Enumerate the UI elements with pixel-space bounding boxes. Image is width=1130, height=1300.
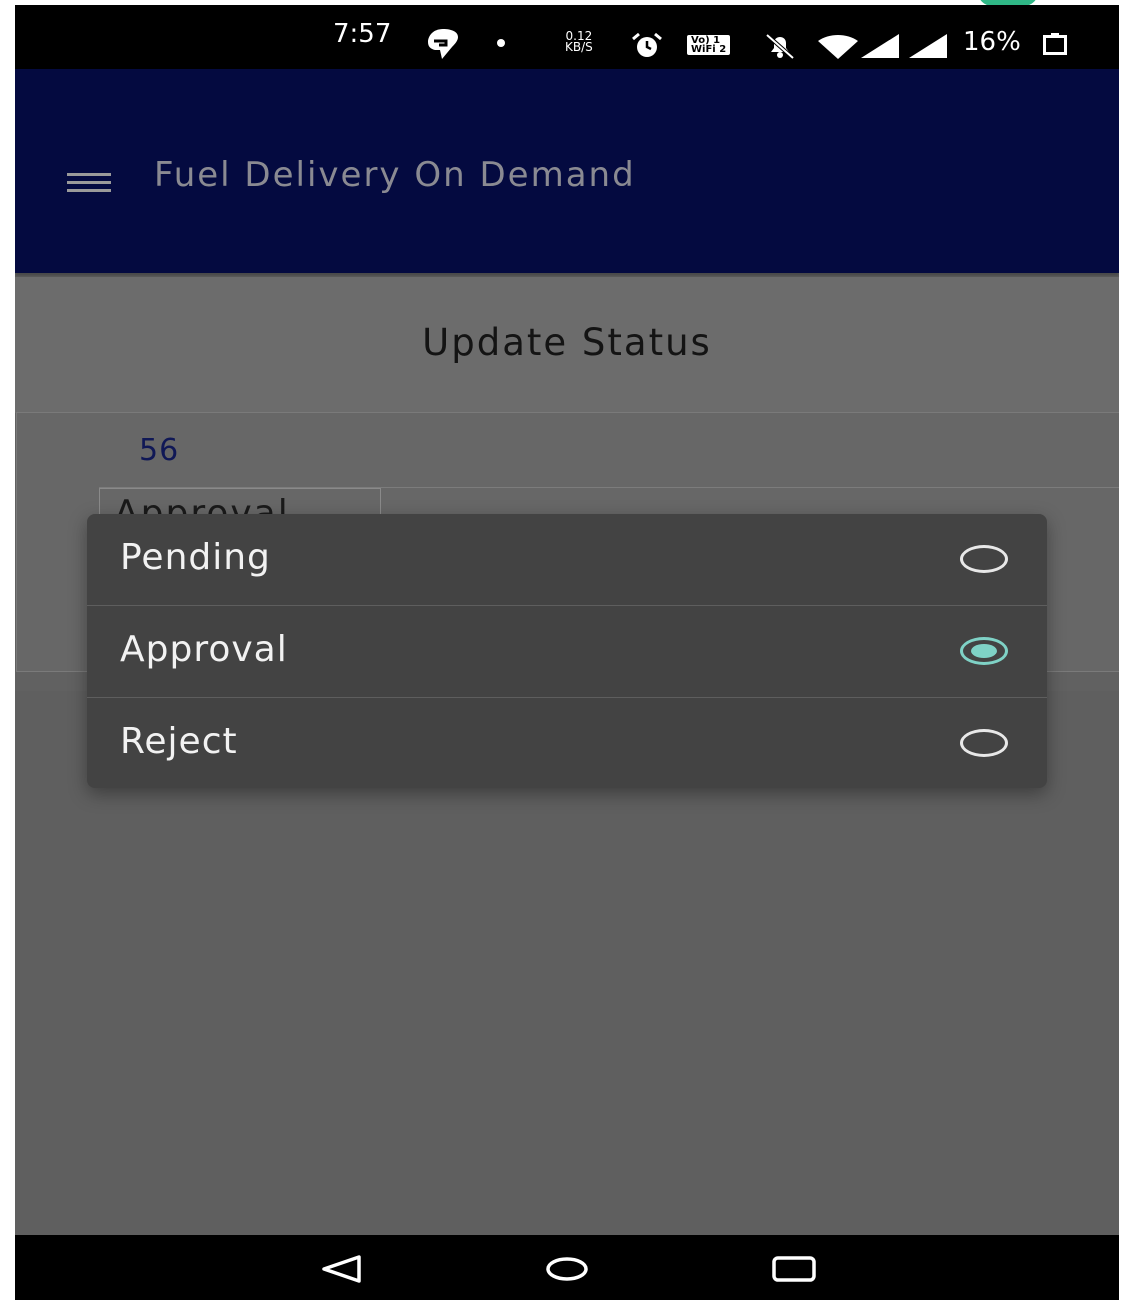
dot-icon xyxy=(497,39,505,47)
status-time: 7:57 xyxy=(333,19,392,49)
radio-button-checked[interactable] xyxy=(960,637,1008,665)
recents-icon[interactable] xyxy=(772,1256,816,1282)
option-pending[interactable]: Pending xyxy=(87,514,1047,606)
network-speed: 0.12 KB/S xyxy=(565,30,593,54)
app-title: Fuel Delivery On Demand xyxy=(154,155,636,195)
bell-off-icon xyxy=(765,33,795,60)
order-id: 56 xyxy=(139,433,180,468)
option-label: Pending xyxy=(120,537,271,578)
battery-percent: 16% xyxy=(963,27,1021,57)
wifi-icon xyxy=(818,35,858,59)
status-options-dialog: Pending Approval Reject xyxy=(87,514,1047,788)
page-header: Update Status xyxy=(15,277,1119,413)
vowifi-badge-bottom: WiFi 2 xyxy=(691,44,727,55)
signal-icon xyxy=(861,34,899,58)
status-bar: 7:57 0.12 KB/S Vo) 1 WiFi 2 16% xyxy=(15,5,1119,69)
radio-button-unchecked[interactable] xyxy=(960,729,1008,757)
page-title: Update Status xyxy=(422,321,712,364)
app-bar: Fuel Delivery On Demand xyxy=(15,69,1119,273)
navigation-bar xyxy=(15,1235,1119,1300)
option-approval[interactable]: Approval xyxy=(87,606,1047,698)
option-label: Reject xyxy=(120,721,238,762)
radio-button-unchecked[interactable] xyxy=(960,545,1008,573)
option-label: Approval xyxy=(120,629,288,670)
swiggy-icon xyxy=(428,29,458,59)
signal-icon xyxy=(909,34,947,58)
option-reject[interactable]: Reject xyxy=(87,698,1047,788)
back-icon[interactable] xyxy=(321,1255,363,1283)
network-speed-unit: KB/S xyxy=(565,40,593,54)
battery-icon xyxy=(1043,33,1067,55)
alarm-icon xyxy=(632,32,662,57)
phone-screen: 7:57 0.12 KB/S Vo) 1 WiFi 2 16% Fuel Del… xyxy=(15,5,1119,1300)
vowifi-icon: Vo) 1 WiFi 2 xyxy=(687,35,731,55)
hamburger-menu-icon[interactable] xyxy=(67,173,111,195)
home-icon[interactable] xyxy=(545,1256,589,1282)
